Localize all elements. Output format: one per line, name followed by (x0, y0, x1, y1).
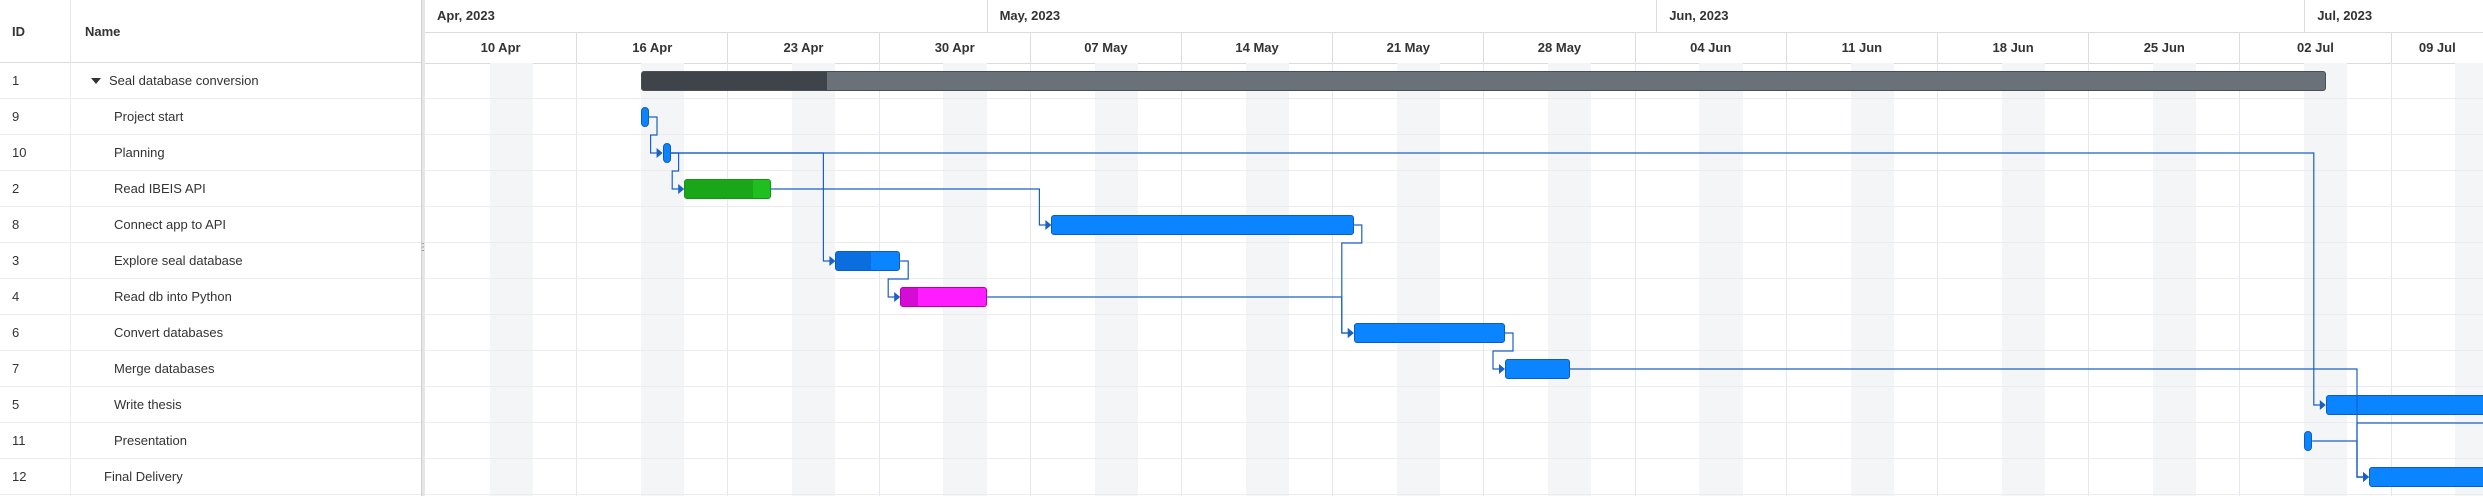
task-name-label: Convert databases (114, 325, 224, 340)
task-name-cell: Read db into Python (71, 279, 421, 315)
table-row[interactable]: 1 Seal database conversion (0, 63, 421, 99)
task-name-label: Read IBEIS API (114, 181, 206, 196)
link-arrow-icon (656, 148, 663, 158)
dependency-link[interactable] (770, 188, 1047, 226)
task-id-cell: 5 (0, 387, 71, 423)
task-id-cell: 2 (0, 171, 71, 207)
link-arrow-icon (894, 292, 901, 302)
table-row[interactable]: 5 Write thesis (0, 387, 421, 423)
link-arrow-icon (829, 256, 836, 266)
task-name-cell: Planning (71, 135, 421, 171)
table-row[interactable]: 9 Project start (0, 99, 421, 135)
week-label: 21 May (1332, 32, 1483, 63)
table-row[interactable]: 2 Read IBEIS API (0, 171, 421, 207)
week-label: 18 Jun (1937, 32, 2088, 63)
task-grid: ID Name 1 Seal database conversion 9 Projec… (0, 0, 421, 496)
link-arrow-icon (678, 184, 685, 194)
task-name-label: Merge databases (114, 361, 215, 376)
task-name-label: Seal database conversion (109, 73, 259, 88)
dependency-link[interactable] (649, 116, 658, 154)
task-id-cell: 3 (0, 243, 71, 279)
task-name-cell: Seal database conversion (71, 63, 421, 99)
month-label: May, 2023 (986, 0, 1657, 32)
task-id-cell: 4 (0, 279, 71, 315)
grid-rows: 1 Seal database conversion 9 Project start 1… (0, 63, 421, 495)
dependency-link[interactable] (670, 152, 831, 262)
link-arrow-icon (2319, 400, 2326, 410)
task-id-cell: 11 (0, 423, 71, 459)
task-name-label: Write thesis (114, 397, 182, 412)
table-row[interactable]: 8 Connect app to API (0, 207, 421, 243)
dependency-link[interactable] (986, 296, 1349, 334)
link-arrow-icon (1347, 328, 1354, 338)
table-row[interactable]: 10 Planning (0, 135, 421, 171)
dependency-links (649, 116, 2483, 482)
task-name-cell: Presentation (71, 423, 421, 459)
task-name-label: Connect app to API (114, 217, 227, 232)
task-name-label: Read db into Python (114, 289, 232, 304)
column-header-name[interactable]: Name (71, 0, 421, 63)
week-label: 11 Jun (1785, 32, 1937, 63)
task-name-cell: Convert databases (71, 315, 421, 351)
task-name-label: Final Delivery (104, 469, 183, 484)
table-row[interactable]: 3 Explore seal database (0, 243, 421, 279)
dependency-link[interactable] (2312, 440, 2364, 478)
caret-down-icon[interactable] (91, 77, 101, 84)
task-name-label: Planning (114, 145, 165, 160)
task-id-cell: 1 (0, 63, 71, 99)
table-row[interactable]: 12 Final Delivery (0, 459, 421, 495)
week-scale: 10 Apr 16 Apr 23 Apr 30 Apr 07 May 14 May 21 M… (425, 32, 2483, 64)
gantt-chart: Apr, 2023 May, 2023 Jun, 2023 Jul, 2023 10 … (425, 0, 2483, 496)
dependency-link[interactable] (1492, 332, 1514, 370)
task-name-cell: Project start (71, 99, 421, 135)
dependency-link[interactable] (1569, 368, 2364, 478)
month-scale: Apr, 2023 May, 2023 Jun, 2023 Jul, 2023 (425, 0, 2483, 33)
task-id-cell: 6 (0, 315, 71, 351)
dependency-link[interactable] (670, 152, 680, 190)
week-label: 23 Apr (727, 32, 878, 63)
task-id-cell: 10 (0, 135, 71, 171)
task-name-cell: Merge databases (71, 351, 421, 387)
dependency-link[interactable] (1341, 224, 1363, 334)
task-name-cell: Read IBEIS API (71, 171, 421, 207)
month-label: Jun, 2023 (1656, 0, 2304, 32)
task-name-label: Explore seal database (114, 253, 243, 268)
table-row[interactable]: 7 Merge databases (0, 351, 421, 387)
week-label: 25 Jun (2088, 32, 2239, 63)
dependency-link[interactable] (670, 152, 2321, 406)
link-arrow-icon (2363, 472, 2369, 482)
week-label: 16 Apr (576, 32, 727, 63)
dependency-link[interactable] (2356, 405, 2483, 478)
task-name-cell: Connect app to API (71, 207, 421, 243)
week-label: 14 May (1181, 32, 1332, 63)
table-row[interactable]: 6 Convert databases (0, 315, 421, 351)
link-arrow-icon (1499, 364, 1505, 374)
week-label: 28 May (1483, 32, 1634, 63)
month-label: Jul, 2023 (2304, 0, 2483, 32)
week-label: 07 May (1029, 32, 1181, 63)
month-label: Apr, 2023 (437, 8, 495, 23)
timeline-area[interactable] (425, 63, 2483, 496)
table-row[interactable]: 4 Read db into Python (0, 279, 421, 315)
task-name-cell: Write thesis (71, 387, 421, 423)
task-name-label: Presentation (114, 433, 187, 448)
link-arrow-icon (1045, 220, 1052, 230)
column-header-name-label: Name (85, 23, 121, 39)
week-label: 09 Jul (2390, 32, 2483, 63)
column-header-id-label: ID (12, 23, 25, 39)
task-name-cell: Explore seal database (71, 243, 421, 279)
task-id-cell: 7 (0, 351, 71, 387)
table-row[interactable]: 11 Presentation (0, 423, 421, 459)
week-label: 02 Jul (2239, 32, 2390, 63)
task-id-cell: 8 (0, 207, 71, 243)
week-label: 30 Apr (878, 32, 1030, 63)
task-name-label: Project start (114, 109, 184, 124)
week-label: 10 Apr (480, 40, 521, 55)
task-id-cell: 9 (0, 99, 71, 135)
task-name-cell: Final Delivery (71, 459, 421, 495)
dependency-link[interactable] (887, 260, 909, 298)
task-id-cell: 12 (0, 459, 71, 495)
column-header-id[interactable]: ID (0, 0, 71, 63)
week-label: 04 Jun (1634, 32, 1786, 63)
